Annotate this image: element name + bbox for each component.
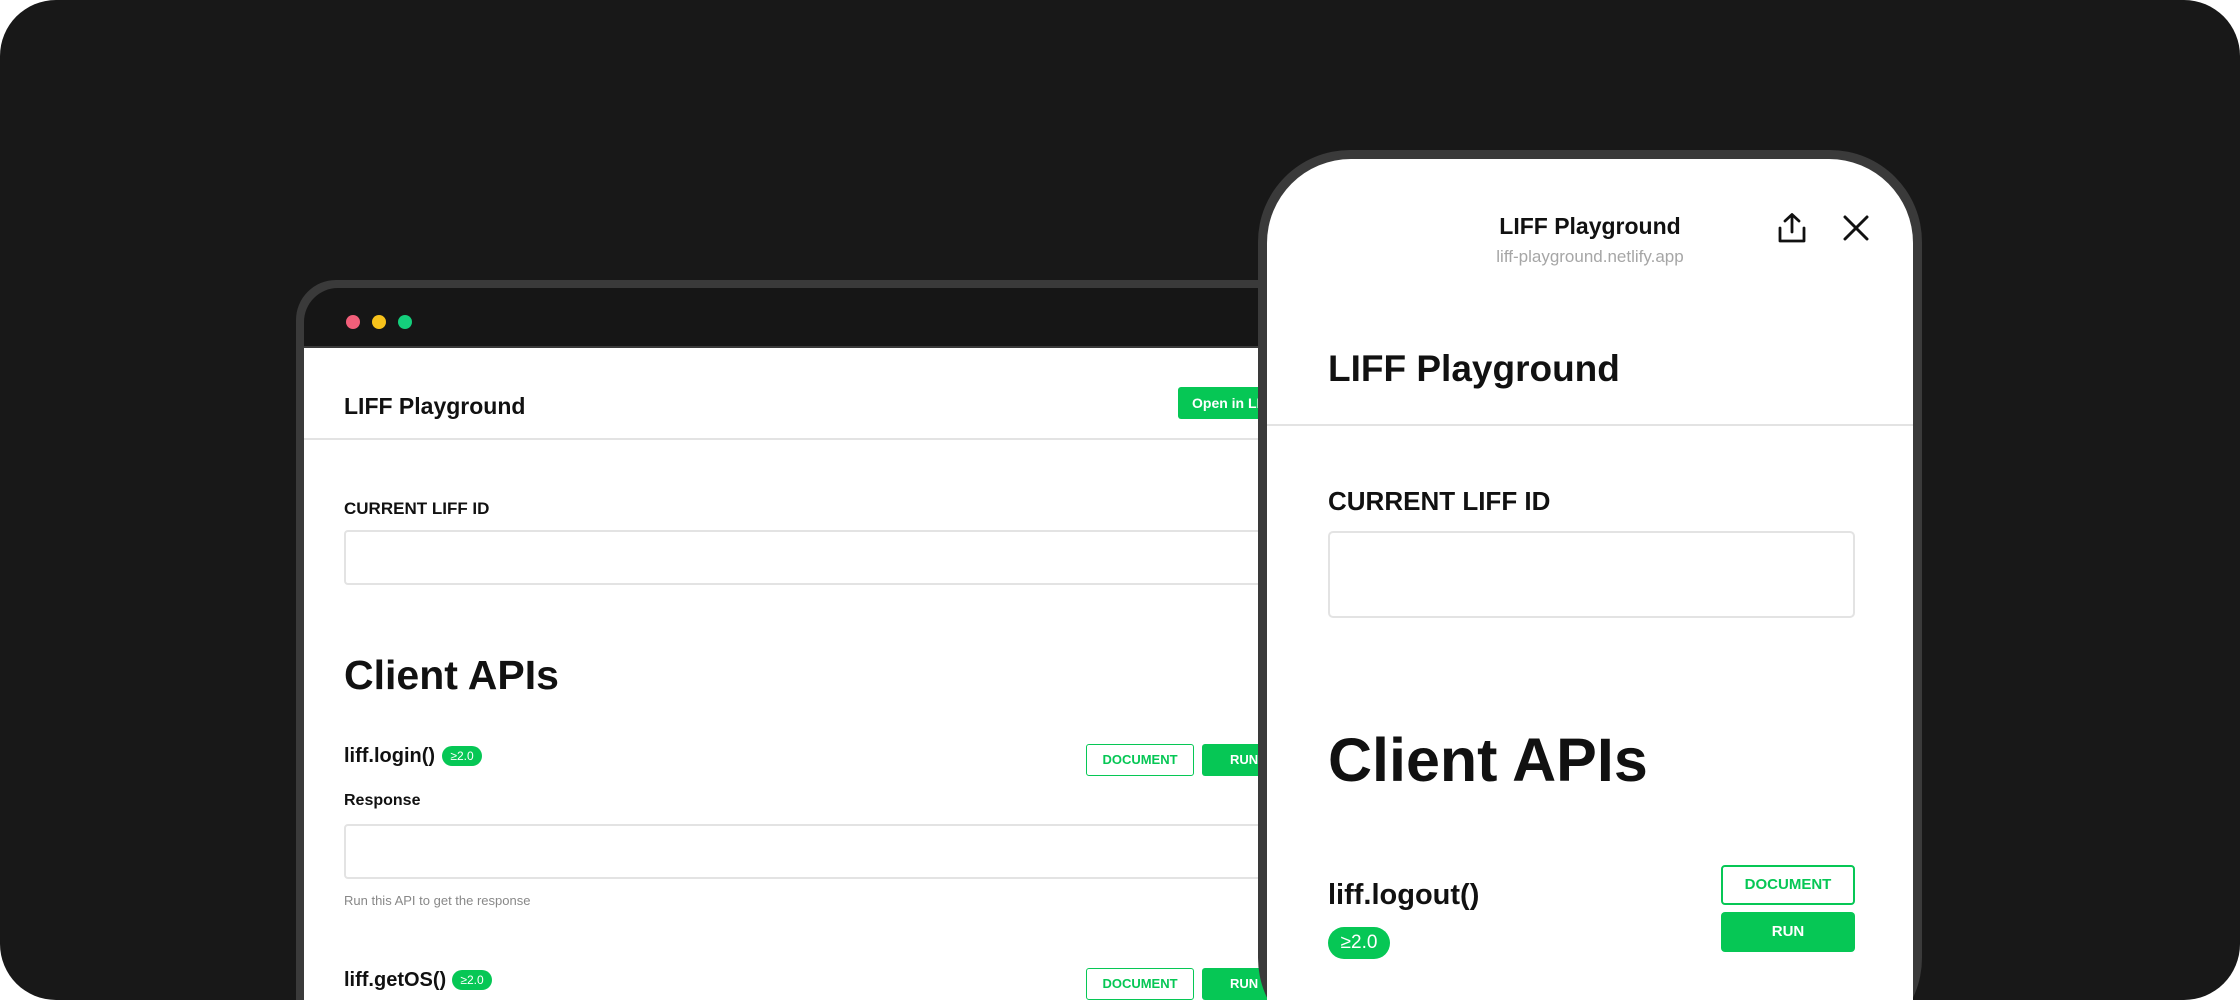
- liff-id-input[interactable]: [1328, 531, 1855, 618]
- phone-frame: LIFF Playground liff-playground.netlify.…: [1258, 150, 1922, 1000]
- stage: LIFF Playground Open in LINE CURRENT LIF…: [0, 0, 2240, 1000]
- liff-id-label: CURRENT LIFF ID: [1328, 486, 1551, 516]
- page-title: LIFF Playground: [344, 393, 526, 419]
- page-title: LIFF Playground: [1328, 348, 1620, 389]
- response-label: Response: [344, 792, 421, 809]
- liff-id-input[interactable]: [344, 530, 1324, 585]
- document-button[interactable]: DOCUMENT: [1086, 744, 1194, 776]
- share-icon[interactable]: [1775, 211, 1809, 245]
- liff-id-label: CURRENT LIFF ID: [344, 499, 490, 518]
- page-header: LIFF Playground Open in LINE: [304, 348, 1336, 440]
- maximize-window-dot[interactable]: [398, 315, 412, 329]
- close-icon[interactable]: [1843, 215, 1869, 241]
- response-output: [344, 824, 1324, 879]
- browser-titlebar: [304, 288, 1328, 346]
- desktop-page: LIFF Playground Open in LINE CURRENT LIF…: [304, 348, 1336, 1000]
- version-badge: ≥2.0: [442, 746, 482, 766]
- minimize-window-dot[interactable]: [372, 315, 386, 329]
- close-window-dot[interactable]: [346, 315, 360, 329]
- api-name-login: liff.login(): [344, 745, 436, 767]
- phone-screen: LIFF Playground liff-playground.netlify.…: [1267, 159, 1913, 1000]
- desktop-browser: LIFF Playground Open in LINE CURRENT LIF…: [296, 280, 1336, 1000]
- version-badge: ≥2.0: [1328, 927, 1390, 959]
- run-button[interactable]: RUN: [1721, 912, 1855, 952]
- document-button[interactable]: DOCUMENT: [1721, 865, 1855, 905]
- api-name-getos: liff.getOS(): [344, 969, 447, 991]
- response-hint: Run this API to get the response: [344, 893, 531, 908]
- divider: [1267, 424, 1913, 426]
- version-badge: ≥2.0: [452, 970, 492, 990]
- document-button[interactable]: DOCUMENT: [1086, 968, 1194, 1000]
- liff-header-title: LIFF Playground: [1499, 213, 1681, 239]
- section-title: Client APIs: [344, 652, 559, 698]
- section-title: Client APIs: [1328, 726, 1648, 794]
- api-name-logout: liff.logout(): [1328, 879, 1480, 911]
- liff-header-url: liff-playground.netlify.app: [1496, 247, 1684, 266]
